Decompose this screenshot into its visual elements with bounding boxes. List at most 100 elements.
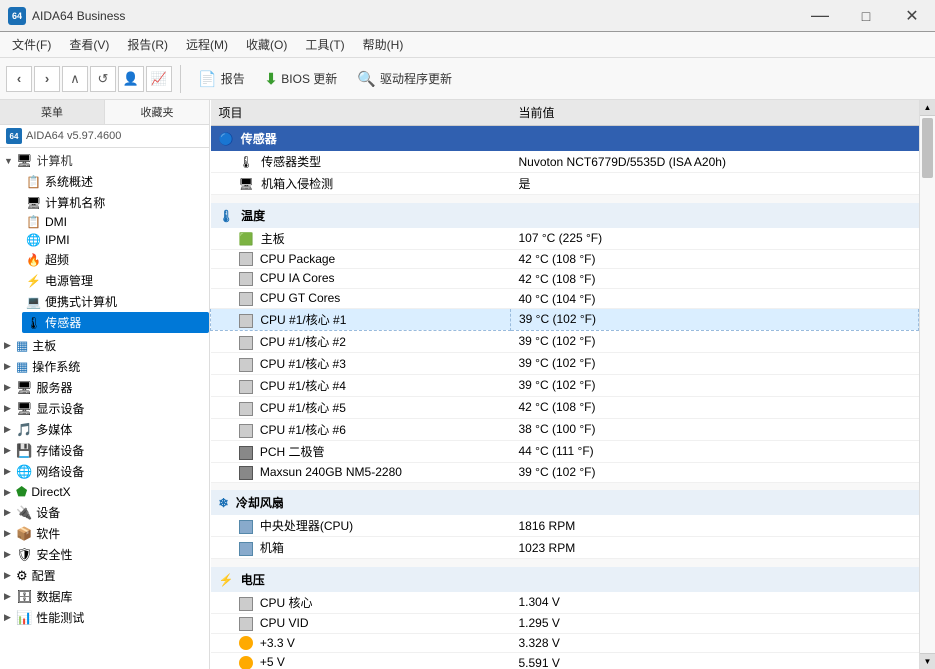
nav-chart-button[interactable]: 📈 [146,66,172,92]
row-value: 40 °C (104 °F) [511,289,919,309]
dmi-icon: 📋 [26,215,41,229]
sidebar-item-software[interactable]: ▶ 📦 软件 [0,523,209,544]
section-header-temperature: 🌡 温度 [211,203,919,228]
sidebar-item-label: 存储设备 [36,442,84,459]
sidebar-item-multimedia[interactable]: ▶ 🎵 多媒体 [0,419,209,440]
sidebar-item-sysoverview[interactable]: 📋 系统概述 [22,171,209,192]
cpu-gt-icon [239,292,253,306]
pc-icon: 🖥 [239,177,254,191]
computer-icon: 🖥 [16,153,33,169]
sidebar-item-server[interactable]: ▶ 🖥 服务器 [0,377,209,398]
scrollbar-thumb[interactable] [922,118,933,178]
row-name: CPU #1/核心 #5 [211,396,511,418]
scrollbar-down-button[interactable]: ▼ [920,653,935,669]
scrollbar-up-button[interactable]: ▲ [920,100,935,116]
sidebar-item-network[interactable]: ▶ 🌐 网络设备 [0,461,209,482]
sidebar-item-database[interactable]: ▶ 🗄 数据库 [0,586,209,607]
table-row: +5 V 5.591 V [211,653,919,669]
table-row: CPU 核心 1.304 V [211,592,919,614]
config-icon: ⚙ [16,568,28,584]
sidebar-tab-menu[interactable]: 菜单 [0,100,105,124]
table-row: CPU #1/核心 #5 42 °C (108 °F) [211,396,919,418]
sidebar-item-computer[interactable]: ▼ 🖥 计算机 [0,150,209,171]
sidebar-item-label: 超频 [45,251,69,268]
close-button[interactable]: ✕ [889,0,935,32]
report-label: 报告 [221,70,245,87]
menu-favorites[interactable]: 收藏(O) [238,34,295,55]
nav-forward-button[interactable]: › [34,66,60,92]
driver-update-button[interactable]: 🔍 驱动程序更新 [348,65,461,93]
row-value: 1023 RPM [511,537,919,559]
row-name: CPU #1/核心 #6 [211,418,511,440]
section-header-voltage: ⚡ 电压 [211,567,919,592]
expand-arrow-icon: ▶ [4,403,14,414]
server-icon: 🖥 [16,380,33,396]
row-name: PCH 二极管 [211,440,511,462]
sidebar-item-display[interactable]: ▶ 🖥 显示设备 [0,398,209,419]
software-icon: 📦 [16,526,32,542]
minimize-button[interactable]: — [797,0,843,32]
cpu-core4-icon [239,380,253,394]
row-name: 🟩 主板 [211,228,511,250]
sidebar-item-devices[interactable]: ▶ 🔌 设备 [0,502,209,523]
scrollbar[interactable]: ▲ ▼ [919,100,935,669]
sidebar-item-storage[interactable]: ▶ 💾 存储设备 [0,440,209,461]
table-row: CPU VID 1.295 V [211,613,919,633]
os-icon: ▦ [16,359,28,375]
sidebar-item-benchmark[interactable]: ▶ 📊 性能测试 [0,607,209,628]
menu-remote[interactable]: 远程(M) [178,34,236,55]
sidebar-item-overclock[interactable]: 🔥 超频 [22,249,209,270]
volt-section-label: 电压 [241,573,265,587]
bios-icon: ⬇ [265,70,278,88]
row-name: 中央处理器(CPU) [211,515,511,537]
sidebar-item-security[interactable]: ▶ 🛡 安全性 [0,544,209,565]
row-value: 39 °C (102 °F) [511,352,919,374]
sidebar-item-directx[interactable]: ▶ ⬟ DirectX [0,482,209,502]
scrollbar-track [920,116,935,653]
multimedia-icon: 🎵 [16,422,32,438]
nav-up-button[interactable]: ∧ [62,66,88,92]
power-icon: ⚡ [26,274,41,288]
sidebar-item-powermgmt[interactable]: ⚡ 电源管理 [22,270,209,291]
app-icon: 64 [8,7,26,25]
table-row-highlighted: CPU #1/核心 #1 39 °C (102 °F) [211,308,919,330]
sidebar-item-label: 电源管理 [45,272,93,289]
volt-section-icon: ⚡ [219,573,234,587]
sidebar-item-dmi[interactable]: 📋 DMI [22,213,209,231]
sidebar-item-label: 配置 [32,567,56,584]
section-spacer [211,559,919,567]
row-value: Nuvoton NCT6779D/5535D (ISA A20h) [511,151,919,173]
maximize-button[interactable]: □ [843,0,889,32]
menu-file[interactable]: 文件(F) [4,34,59,55]
sidebar-item-sensor[interactable]: 🌡 传感器 [22,312,209,333]
window-controls: — □ ✕ [797,0,935,32]
sidebar-tab-favorites[interactable]: 收藏夹 [105,100,209,124]
row-name: CPU IA Cores [211,269,511,289]
menu-help[interactable]: 帮助(H) [355,34,412,55]
titlebar: 64 AIDA64 Business — □ ✕ [0,0,935,32]
sidebar-item-ipmi[interactable]: 🌐 IPMI [22,231,209,249]
data-table: 项目 当前值 🔵 传感器 🌡 传感器类型 [210,100,919,669]
sidebar-item-label: 数据库 [37,588,73,605]
display-icon: 🖥 [16,401,33,417]
sidebar-item-config[interactable]: ▶ ⚙ 配置 [0,565,209,586]
bios-update-button[interactable]: ⬇ BIOS 更新 [256,65,347,93]
nav-back-button[interactable]: ‹ [6,66,32,92]
sidebar-item-os[interactable]: ▶ ▦ 操作系统 [0,356,209,377]
expand-arrow-icon: ▶ [4,340,14,351]
sidebar-item-laptop[interactable]: 💻 便携式计算机 [22,291,209,312]
sidebar-item-motherboard[interactable]: ▶ ▦ 主板 [0,335,209,356]
menu-tools[interactable]: 工具(T) [297,34,352,55]
table-row: 🌡 传感器类型 Nuvoton NCT6779D/5535D (ISA A20h… [211,151,919,173]
sidebar-item-label: 软件 [36,525,60,542]
menu-view[interactable]: 查看(V) [61,34,117,55]
menu-report[interactable]: 报告(R) [119,34,176,55]
row-name: CPU #1/核心 #1 [211,308,511,330]
table-row: CPU IA Cores 42 °C (108 °F) [211,269,919,289]
report-button[interactable]: 📄 报告 [189,65,254,93]
nav-refresh-button[interactable]: ↺ [90,66,116,92]
sidebar-item-computername[interactable]: 🖥 计算机名称 [22,192,209,213]
sidebar-item-label: 操作系统 [32,358,80,375]
nav-user-button[interactable]: 👤 [118,66,144,92]
row-value: 1.295 V [511,613,919,633]
